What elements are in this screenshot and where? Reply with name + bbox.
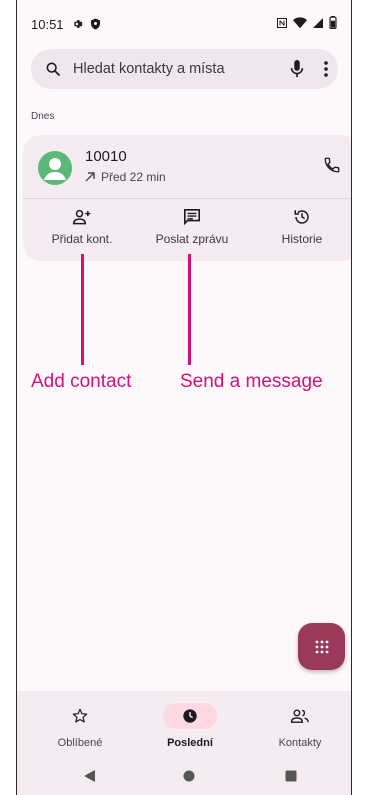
phone-icon[interactable] [323,156,341,174]
call-log-entry[interactable]: 10010 Před 22 min Přidat kont. Poslat zp… [23,135,351,261]
battery-icon [329,16,337,32]
annotation-line-add-contact [81,254,84,365]
system-navigation-bar [17,761,351,795]
history-button[interactable]: Historie [247,208,351,246]
annotation-add-contact: Add contact [31,371,132,392]
outgoing-call-arrow-icon [85,172,95,182]
dialpad-button[interactable] [298,623,345,670]
history-label: Historie [281,232,323,246]
call-time: Před 22 min [101,170,166,184]
nav-recents-label: Poslední [167,737,213,749]
star-icon [53,703,107,729]
clock-icon [163,703,217,729]
nav-contacts-label: Kontakty [278,737,322,749]
settings-icon [72,18,84,30]
history-icon [247,208,351,226]
home-icon[interactable] [183,770,195,782]
recents-icon[interactable] [285,770,297,782]
add-contact-button[interactable]: Přidat kont. [27,208,137,246]
dialpad-icon [314,639,330,655]
annotation-send-message: Send a message [180,371,323,392]
call-meta: Před 22 min [85,170,166,184]
annotation-line-send-message [188,254,191,365]
nav-favorites[interactable]: Oblíbené [25,703,135,749]
search-icon [45,61,61,77]
wifi-icon [293,16,307,32]
caller-number: 10010 [85,148,127,165]
back-icon[interactable] [84,770,96,782]
nfc-icon [276,17,288,32]
card-divider [23,198,351,199]
signal-icon [312,17,324,32]
more-vert-icon[interactable] [324,61,328,77]
send-message-label: Poslat zprávu [155,232,229,246]
people-icon [273,703,327,729]
contact-avatar[interactable] [38,151,72,185]
add-contact-label: Přidat kont. [51,232,113,246]
nav-recents[interactable]: Poslední [135,703,245,749]
mic-icon[interactable] [290,60,304,78]
section-header-today: Dnes [31,111,55,122]
search-placeholder[interactable]: Hledat kontakty a místa [73,61,290,77]
send-message-button[interactable]: Poslat zprávu [137,208,247,246]
message-icon [137,208,247,226]
nav-favorites-label: Oblíbené [57,737,103,749]
nav-contacts[interactable]: Kontakty [245,703,351,749]
phone-screen: 10:51 Hledat kontakty a místa Dnes 10010… [16,0,352,795]
bottom-navigation: Oblíbené Poslední Kontakty [17,691,351,761]
shield-icon [90,18,101,30]
status-bar: 10:51 [31,14,337,34]
search-bar[interactable]: Hledat kontakty a místa [31,49,338,89]
add-person-icon [27,208,137,226]
status-time: 10:51 [31,16,64,32]
